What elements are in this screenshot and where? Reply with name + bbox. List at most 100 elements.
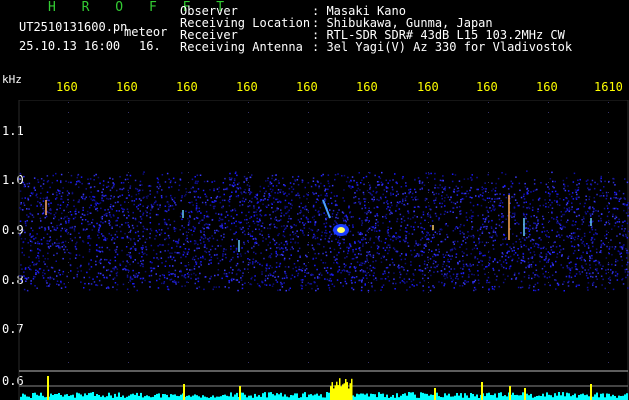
- noise-pixel: [20, 208, 22, 211]
- noise-pixel: [212, 237, 215, 240]
- noise-pixel: [498, 197, 501, 200]
- noise-pixel: [111, 238, 113, 241]
- noise-pixel: [38, 260, 40, 262]
- grid-dot: [428, 252, 429, 253]
- noise-pixel: [65, 222, 67, 224]
- noise-pixel: [303, 263, 305, 265]
- noise-pixel: [423, 244, 426, 246]
- noise-pixel: [537, 219, 539, 221]
- amplitude-bar: [402, 394, 404, 400]
- noise-pixel: [250, 216, 253, 218]
- noise-pixel: [149, 232, 151, 235]
- noise-pixel: [284, 270, 286, 273]
- noise-pixel: [325, 251, 327, 253]
- noise-pixel: [378, 199, 380, 202]
- noise-pixel: [141, 281, 143, 284]
- noise-pixel: [364, 260, 367, 263]
- noise-pixel: [97, 176, 100, 179]
- noise-pixel: [498, 214, 500, 217]
- noise-pixel: [580, 259, 583, 261]
- noise-pixel: [533, 251, 535, 253]
- noise-pixel: [261, 264, 263, 267]
- noise-pixel: [58, 242, 60, 245]
- noise-pixel: [298, 194, 300, 197]
- noise-pixel: [127, 224, 130, 226]
- noise-pixel: [369, 188, 371, 190]
- noise-pixel: [214, 229, 216, 232]
- noise-pixel: [39, 197, 42, 200]
- grid-dot: [68, 272, 69, 273]
- grid-dot: [368, 202, 369, 203]
- noise-pixel: [478, 242, 480, 245]
- noise-pixel: [83, 214, 85, 216]
- noise-pixel: [304, 208, 306, 210]
- noise-pixel: [413, 256, 416, 258]
- noise-pixel: [543, 275, 546, 278]
- noise-pixel: [498, 285, 500, 288]
- grid-dot: [68, 132, 69, 133]
- noise-pixel: [283, 277, 286, 279]
- noise-pixel: [376, 252, 379, 254]
- noise-pixel: [380, 198, 382, 200]
- noise-pixel: [139, 264, 142, 267]
- noise-pixel: [178, 252, 181, 255]
- noise-pixel: [27, 197, 29, 200]
- noise-pixel: [553, 218, 555, 220]
- noise-pixel: [235, 195, 238, 198]
- grid-dot: [308, 322, 309, 323]
- noise-pixel: [322, 262, 324, 264]
- grid-dot: [548, 332, 549, 333]
- amplitude-bar: [588, 396, 590, 400]
- noise-pixel: [582, 240, 584, 243]
- noise-pixel: [484, 218, 487, 220]
- noise-pixel: [213, 207, 215, 210]
- noise-pixel: [502, 238, 504, 241]
- noise-pixel: [369, 274, 371, 276]
- noise-pixel: [542, 273, 544, 275]
- noise-pixel: [107, 286, 109, 288]
- noise-pixel: [161, 174, 164, 176]
- noise-pixel: [340, 272, 342, 274]
- noise-pixel: [171, 247, 173, 249]
- amplitude-bar: [498, 392, 500, 400]
- noise-pixel: [613, 225, 616, 227]
- noise-pixel: [563, 187, 565, 190]
- noise-pixel: [536, 230, 538, 232]
- noise-pixel: [347, 218, 349, 221]
- noise-pixel: [353, 276, 356, 279]
- noise-pixel: [320, 194, 322, 196]
- noise-pixel: [515, 176, 517, 178]
- amplitude-bar: [130, 394, 132, 400]
- noise-pixel: [277, 220, 279, 222]
- noise-pixel: [336, 279, 339, 281]
- noise-pixel: [492, 244, 494, 246]
- noise-pixel: [224, 273, 226, 275]
- noise-pixel: [312, 258, 314, 260]
- noise-pixel: [318, 273, 321, 276]
- noise-pixel: [89, 196, 91, 198]
- noise-pixel: [411, 233, 414, 235]
- noise-pixel: [545, 206, 547, 208]
- noise-pixel: [130, 239, 132, 241]
- noise-pixel: [482, 226, 485, 228]
- noise-pixel: [480, 252, 482, 254]
- grid-dot: [248, 262, 249, 263]
- noise-pixel: [241, 204, 244, 206]
- amplitude-bar: [506, 396, 508, 400]
- noise-pixel: [307, 272, 310, 274]
- noise-pixel: [546, 230, 548, 232]
- noise-pixel: [187, 217, 189, 220]
- noise-pixel: [516, 202, 518, 204]
- noise-pixel: [129, 185, 132, 187]
- noise-pixel: [324, 194, 327, 197]
- noise-pixel: [343, 189, 345, 191]
- noise-pixel: [229, 172, 231, 175]
- noise-pixel: [488, 197, 491, 199]
- noise-pixel: [47, 203, 50, 205]
- noise-pixel: [551, 217, 553, 219]
- grid-dot: [248, 172, 249, 173]
- noise-pixel: [343, 263, 345, 265]
- noise-pixel: [434, 199, 437, 201]
- noise-pixel: [239, 186, 241, 189]
- amplitude-bar: [560, 395, 562, 400]
